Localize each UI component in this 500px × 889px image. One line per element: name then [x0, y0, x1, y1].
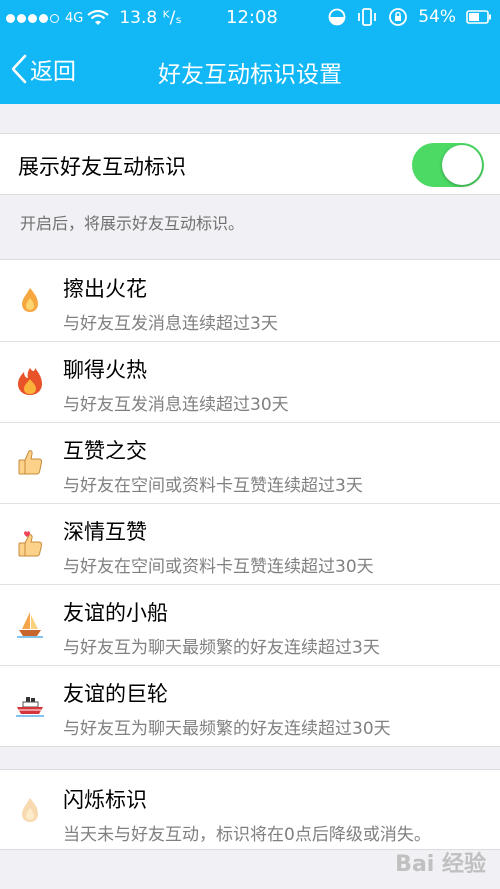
badge-title: 互赞之交 [63, 439, 147, 463]
nav-bar: 返回 好友互动标识设置 [0, 36, 500, 104]
badge-desc: 与好友在空间或资料卡互赞连续超过3天 [63, 476, 363, 496]
badge-list: 擦出火花 与好友互发消息连续超过3天 聊得火热 与好友互发消息连续超过30天 互… [0, 259, 500, 747]
list-item: 聊得火热 与好友互发消息连续超过30天 [0, 341, 500, 422]
wifi-icon [87, 10, 110, 25]
show-badges-toggle[interactable] [412, 143, 484, 187]
show-badges-label: 展示好友互动标识 [18, 155, 186, 179]
toggle-knob [442, 145, 482, 185]
list-item: 擦出火花 与好友互发消息连续超过3天 [0, 260, 500, 341]
toggle-hint: 开启后，将展示好友互动标识。 [20, 214, 245, 233]
status-left: 4G 13.8 ᴷ/ₛ [6, 8, 182, 28]
ocean-liner-icon [16, 697, 44, 717]
watermark-text: Bai 经验 [395, 852, 486, 877]
badge-title: 友谊的巨轮 [63, 682, 168, 706]
badge-desc: 与好友在空间或资料卡互赞连续超过30天 [63, 557, 374, 577]
badge-title: 深情互赞 [63, 520, 147, 544]
vibrate-icon [358, 8, 377, 26]
list-item: 友谊的小船 与好友互为聊天最频繁的好友连续超过3天 [0, 584, 500, 665]
show-badges-row: 展示好友互动标识 [0, 133, 500, 195]
badge-title: 友谊的小船 [63, 601, 168, 625]
status-right: 54% [328, 7, 492, 27]
badge-desc: 与好友互发消息连续超过3天 [63, 314, 278, 334]
big-fire-icon [18, 368, 42, 395]
list-item: 互赞之交 与好友在空间或资料卡互赞连续超过3天 [0, 422, 500, 503]
thumbs-up-heart-icon [18, 531, 43, 557]
flash-title: 闪烁标识 [63, 788, 147, 812]
network-speed: 13.8 ᴷ/ₛ [119, 8, 182, 28]
battery-percent: 54% [418, 7, 456, 27]
badge-title: 擦出火花 [63, 277, 147, 301]
clock: 12:08 [226, 7, 278, 28]
badge-desc: 与好友互为聊天最频繁的好友连续超过30天 [63, 719, 391, 739]
flash-badge-row: 闪烁标识 当天未与好友互动，标识将在0点后降级或消失。 [0, 769, 500, 850]
list-item: 深情互赞 与好友在空间或资料卡互赞连续超过30天 [0, 503, 500, 584]
signal-strength-icon [6, 13, 59, 23]
battery-icon [466, 10, 491, 24]
header: 4G 13.8 ᴷ/ₛ 12:08 54% 返回 好友互动标识设置 [0, 0, 500, 104]
flash-desc: 当天未与好友互动，标识将在0点后降级或消失。 [63, 825, 431, 845]
sailboat-icon [17, 612, 43, 638]
baidu-jingyan-watermark: Bai 经验 [395, 846, 486, 878]
thumbs-up-icon [18, 450, 43, 475]
page-title: 好友互动标识设置 [158, 62, 342, 88]
spark-flame-icon [22, 288, 38, 312]
badge-desc: 与好友互发消息连续超过30天 [63, 395, 289, 415]
status-bar: 4G 13.8 ᴷ/ₛ 12:08 54% [0, 0, 500, 36]
badge-title: 聊得火热 [63, 358, 147, 382]
faded-flame-icon [22, 798, 38, 822]
rotation-lock-icon [389, 8, 408, 26]
badge-desc: 与好友互为聊天最频繁的好友连续超过3天 [63, 638, 380, 658]
dnd-moon-icon [328, 8, 346, 26]
network-type: 4G [65, 10, 84, 26]
list-item: 友谊的巨轮 与好友互为聊天最频繁的好友连续超过30天 [0, 665, 500, 746]
